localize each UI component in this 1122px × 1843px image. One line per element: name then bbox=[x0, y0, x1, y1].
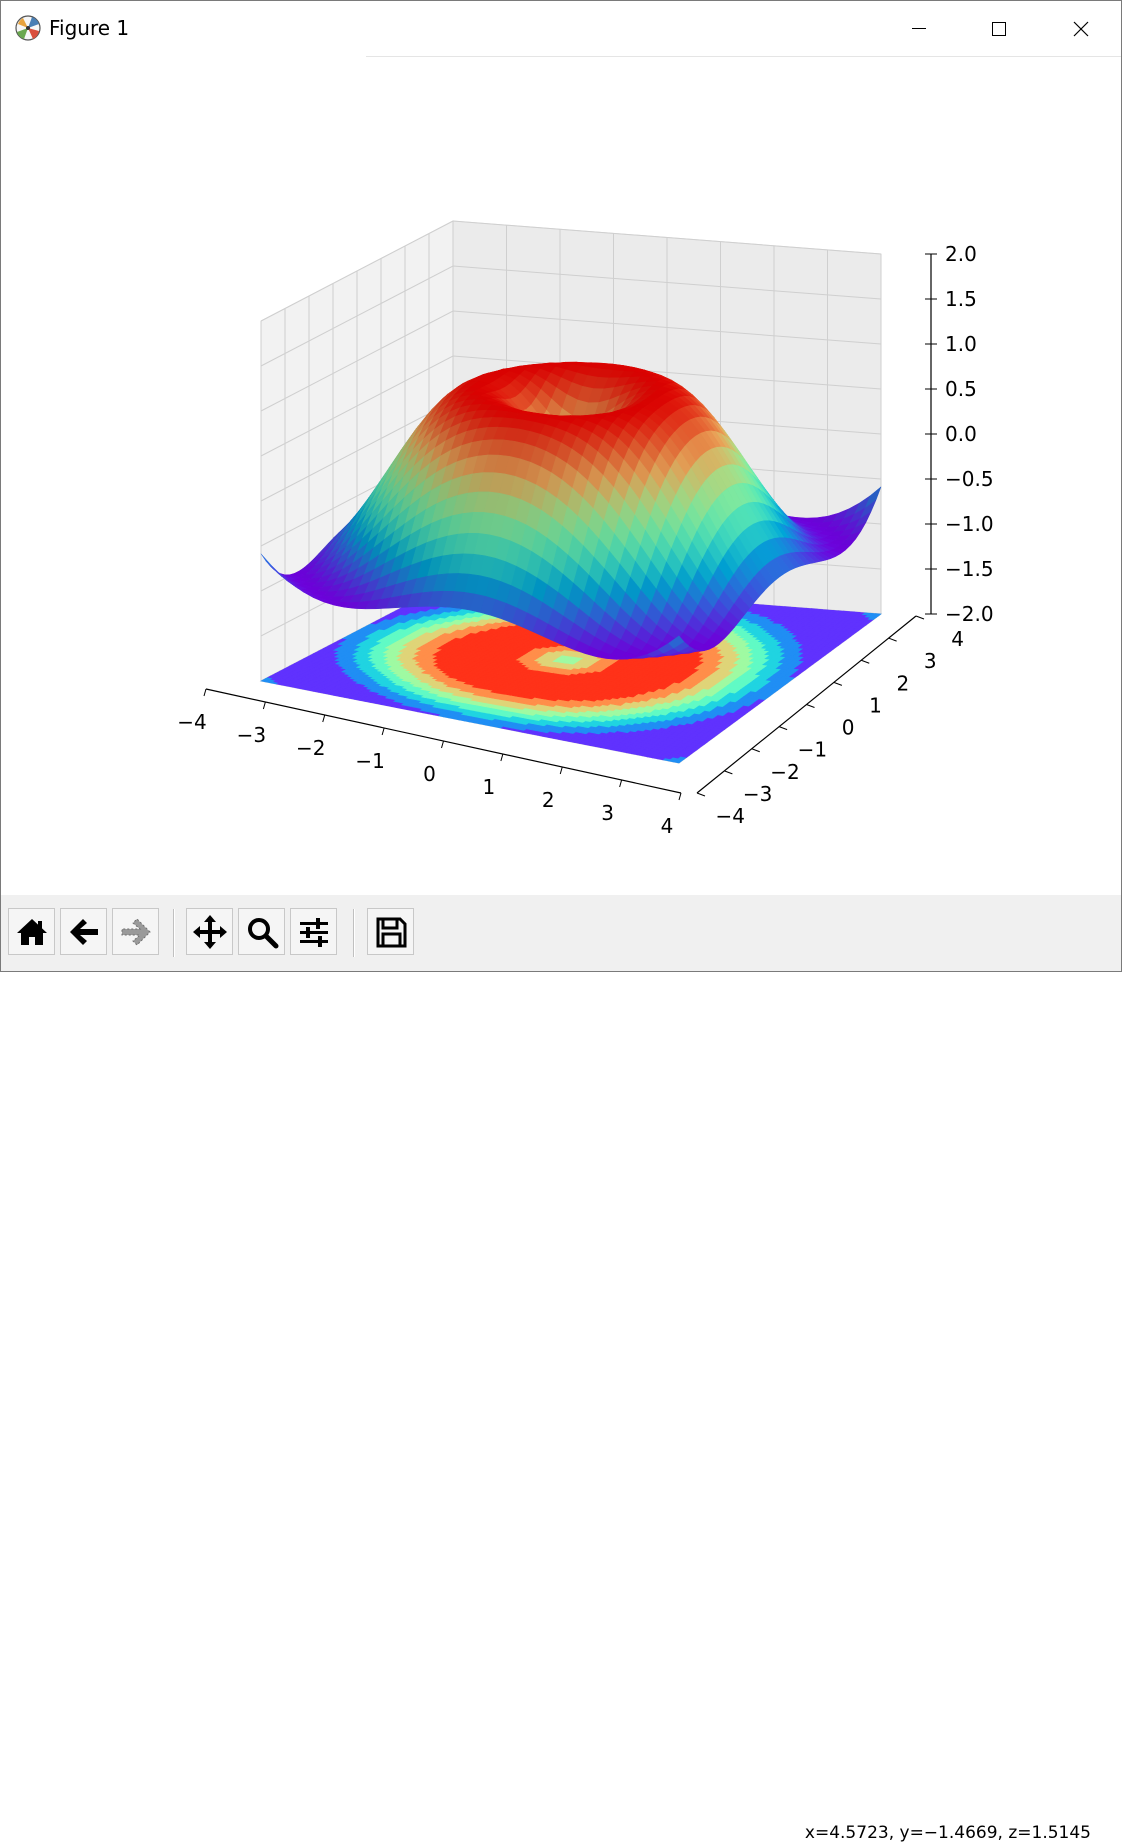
maximize-icon bbox=[992, 21, 1006, 36]
figure-canvas[interactable]: −4 −3 −2 −1 0 1 2 3 4 −4 −3 −2 −1 0 1 2 3 4 −2.0 −1.5 −1.0 −0… bbox=[1, 57, 1121, 895]
maximize-button[interactable] bbox=[959, 1, 1039, 56]
matplotlib-logo-icon bbox=[15, 15, 41, 41]
minimize-icon bbox=[912, 27, 926, 29]
window-title: Figure 1 bbox=[49, 16, 130, 40]
minimize-button[interactable] bbox=[879, 1, 959, 56]
title-bar: Figure 1 bbox=[1, 1, 1121, 57]
close-button[interactable] bbox=[1041, 1, 1121, 56]
close-icon bbox=[1073, 21, 1089, 36]
figure-window: Figure 1 −4 −3 −2 −1 0 1 2 3 4 −4 −3 −2 −1 0 1 2 3 4 −2.0−… bbox=[0, 0, 1122, 1843]
3d-axes[interactable]: −4−3−2−101234 −4−3−2−101234−2.0−1.5−1.0−0… bbox=[1, 57, 1121, 895]
